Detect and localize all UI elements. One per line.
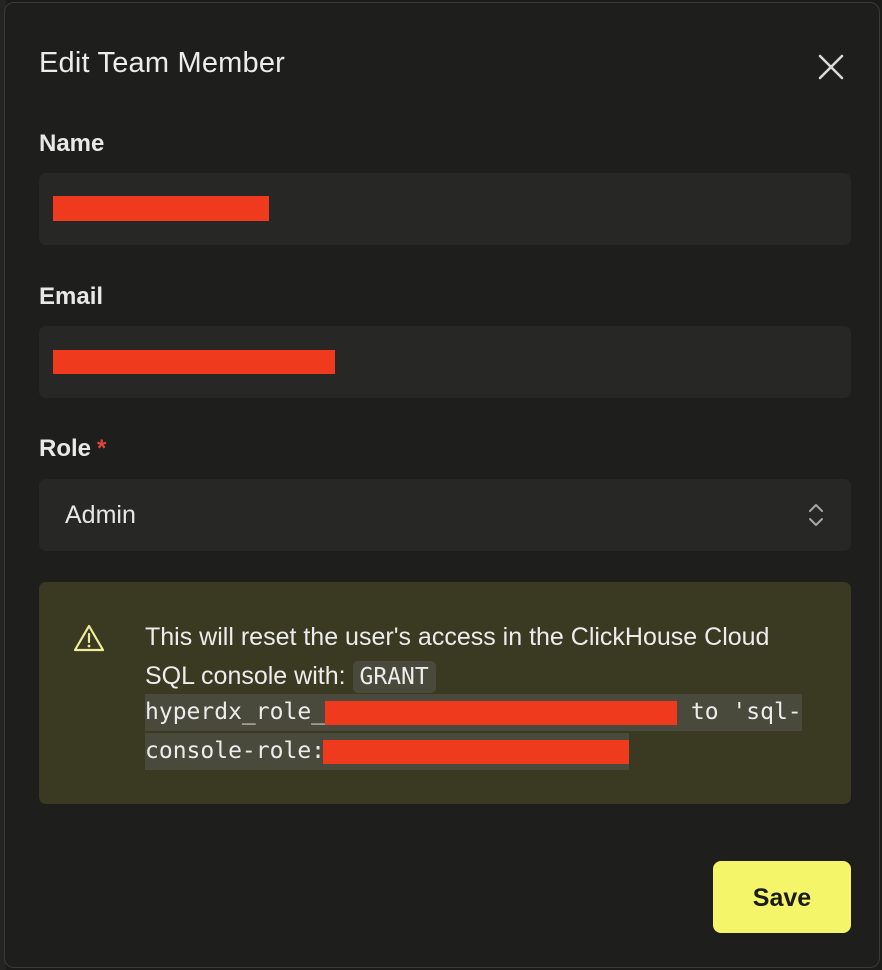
close-icon — [818, 54, 844, 80]
code-line-2-prefix: console-role: — [145, 738, 326, 764]
email-field[interactable] — [39, 326, 851, 398]
redacted-role-id — [325, 700, 678, 725]
edit-team-member-modal: Edit Team Member Name Email Role* Admin — [4, 2, 880, 968]
role-label-text: Role — [39, 435, 92, 462]
modal-title: Edit Team Member — [39, 47, 286, 79]
role-label: Role * — [39, 435, 106, 463]
name-label: Name — [39, 130, 105, 157]
alert-code-line-2: console-role: — [145, 733, 630, 770]
role-select[interactable]: Admin — [39, 479, 851, 551]
code-line-1-suffix: to 'sql- — [677, 699, 802, 725]
chevron-up-down-icon — [809, 504, 823, 526]
name-field[interactable] — [39, 173, 851, 245]
required-marker: * — [97, 435, 107, 462]
email-label: Email — [39, 283, 104, 310]
role-select-value: Admin — [65, 501, 136, 529]
alert-code-keyword: GRANT — [352, 661, 436, 693]
alert-message-text: This will reset the user's access in the… — [145, 623, 770, 690]
warning-triangle-icon — [73, 624, 105, 652]
save-button[interactable]: Save — [713, 861, 851, 933]
close-button[interactable] — [815, 51, 847, 83]
redacted-console-role — [323, 739, 630, 764]
redacted-name-value — [53, 196, 269, 221]
alert-code-line-1: hyperdx_role_ to 'sql- — [145, 694, 802, 731]
redacted-email-value — [53, 350, 335, 374]
code-line-1-prefix: hyperdx_role_ — [145, 699, 326, 725]
access-reset-alert: This will reset the user's access in the… — [39, 582, 851, 804]
alert-message: This will reset the user's access in the… — [145, 618, 825, 697]
